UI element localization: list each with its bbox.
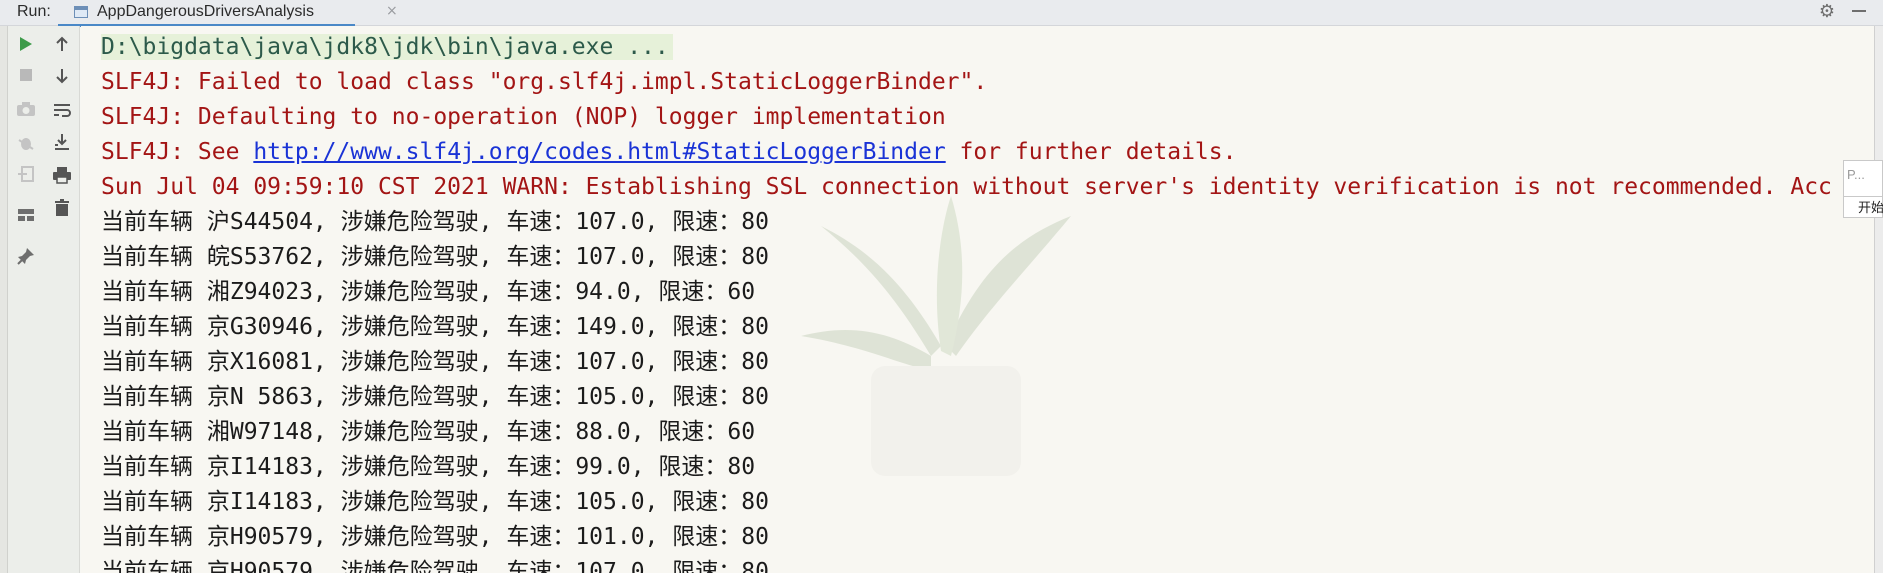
minimize-icon[interactable] xyxy=(1852,10,1866,12)
output-line: 当前车辆 京I14183, 涉嫌危险驾驶, 车速：105.0, 限速：80 xyxy=(101,489,769,515)
soft-wrap-icon[interactable] xyxy=(50,98,74,122)
slf4j-error-line: SLF4J: Failed to load class "org.slf4j.i… xyxy=(101,69,988,95)
slf4j-see-suffix: for further details. xyxy=(945,139,1237,165)
scroll-to-end-icon[interactable] xyxy=(50,130,74,154)
slf4j-error-line: SLF4J: Defaulting to no-operation (NOP) … xyxy=(101,104,946,130)
arrow-up-icon[interactable] xyxy=(50,32,74,56)
output-line: 当前车辆 湘Z94023, 涉嫌危险驾驶, 车速：94.0, 限速：60 xyxy=(101,279,756,305)
print-icon[interactable] xyxy=(50,163,74,187)
left-tool-stripe xyxy=(0,26,8,573)
run-tab-title: AppDangerousDriversAnalysis xyxy=(97,3,314,20)
output-line: 当前车辆 京H90579, 涉嫌危险驾驶, 车速：107.0, 限速：80 xyxy=(101,559,769,573)
slf4j-see-prefix: SLF4J: See xyxy=(101,139,254,165)
run-tab[interactable]: AppDangerousDriversAnalysis × xyxy=(58,0,398,27)
run-config-icon xyxy=(74,6,88,18)
camera-icon[interactable] xyxy=(14,97,38,121)
output-line: 当前车辆 京G30946, 涉嫌危险驾驶, 车速：149.0, 限速：80 xyxy=(101,314,769,340)
output-line: 当前车辆 京N 5863, 涉嫌危险驾驶, 车速：105.0, 限速：80 xyxy=(101,384,769,410)
start-button[interactable]: 开始 xyxy=(1844,196,1883,218)
output-line: 当前车辆 京X16081, 涉嫌危险驾驶, 车速：107.0, 限速：80 xyxy=(101,349,769,375)
slf4j-error-line: SLF4J: See http://www.slf4j.org/codes.ht… xyxy=(101,135,1874,170)
popup-input[interactable]: P... xyxy=(1847,167,1865,182)
gear-icon[interactable]: ⚙ xyxy=(1816,1,1838,23)
restore-layout-icon[interactable] xyxy=(14,162,38,186)
right-scrollbar[interactable] xyxy=(1874,26,1883,573)
command-line: D:\bigdata\java\jdk8\jdk\bin\java.exe ..… xyxy=(101,30,1874,65)
slf4j-docs-link[interactable]: http://www.slf4j.org/codes.html#StaticLo… xyxy=(253,139,945,165)
play-icon[interactable] xyxy=(14,32,38,56)
stop-icon[interactable] xyxy=(14,63,38,87)
output-line: 当前车辆 沪S44504, 涉嫌危险驾驶, 车速：107.0, 限速：80 xyxy=(101,209,769,235)
run-toolwindow-header: Run: AppDangerousDriversAnalysis × ⚙ xyxy=(0,0,1883,27)
console-output[interactable]: D:\bigdata\java\jdk8\jdk\bin\java.exe ..… xyxy=(81,26,1874,573)
pin-icon[interactable] xyxy=(14,244,38,268)
command-text[interactable]: D:\bigdata\java\jdk8\jdk\bin\java.exe ..… xyxy=(101,34,673,60)
ssl-warning-line: Sun Jul 04 09:59:10 CST 2021 WARN: Estab… xyxy=(101,174,1832,200)
output-line: 当前车辆 京I14183, 涉嫌危险驾驶, 车速：99.0, 限速：80 xyxy=(101,454,756,480)
trash-icon[interactable] xyxy=(50,196,74,220)
layout-icon[interactable] xyxy=(14,203,38,227)
arrow-down-icon[interactable] xyxy=(50,64,74,88)
output-line: 当前车辆 皖S53762, 涉嫌危险驾驶, 车速：107.0, 限速：80 xyxy=(101,244,769,270)
console-lines: D:\bigdata\java\jdk8\jdk\bin\java.exe ..… xyxy=(101,30,1874,573)
run-label: Run: xyxy=(17,3,51,20)
side-popup: P... 开始 xyxy=(1843,160,1883,218)
tab-close-icon[interactable]: × xyxy=(386,3,398,19)
bug-icon[interactable] xyxy=(14,131,38,155)
output-line: 当前车辆 京H90579, 涉嫌危险驾驶, 车速：101.0, 限速：80 xyxy=(101,524,769,550)
output-line: 当前车辆 湘W97148, 涉嫌危险驾驶, 车速：88.0, 限速：60 xyxy=(101,419,756,445)
